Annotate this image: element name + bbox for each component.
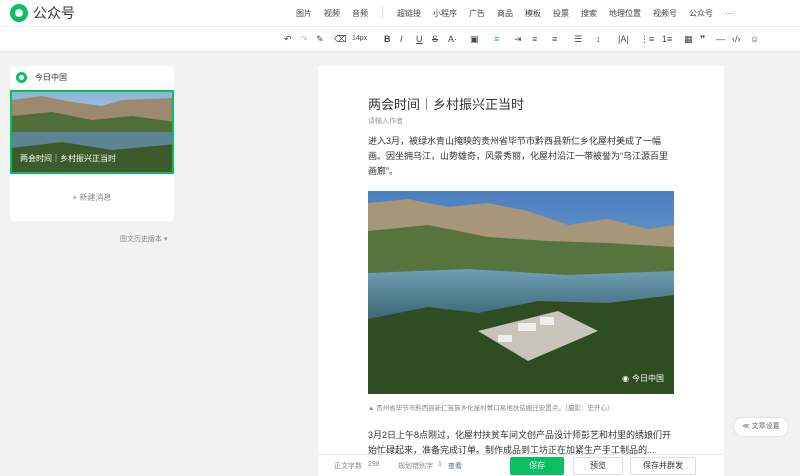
account-name: 今日中国 bbox=[35, 72, 67, 82]
menu-video[interactable]: 视频 bbox=[318, 8, 346, 19]
logo-icon bbox=[10, 4, 28, 22]
ordered-list-icon[interactable]: 1≡ bbox=[662, 32, 672, 46]
menu-divider bbox=[382, 7, 383, 19]
indent-icon[interactable]: ⇥ bbox=[514, 32, 522, 46]
view-typos-link[interactable]: 查看 bbox=[448, 461, 462, 471]
menu-miniprogram[interactable]: 小程序 bbox=[427, 8, 463, 19]
format-painter-icon[interactable]: ✎ bbox=[316, 32, 324, 46]
quote-icon[interactable]: ❞ bbox=[700, 32, 705, 46]
watermark-text: 今日中国 bbox=[632, 374, 664, 383]
top-header: 公众号 图片 视频 音频 超链接 小程序 广告 商品 模板 投票 搜索 地理位置… bbox=[0, 0, 800, 26]
insert-menu: 图片 视频 音频 超链接 小程序 广告 商品 模板 投票 搜索 地理位置 视频号… bbox=[290, 0, 739, 26]
italic-icon[interactable]: I bbox=[400, 32, 403, 46]
align-left-icon[interactable]: ≡ bbox=[494, 32, 499, 46]
menu-search[interactable]: 搜索 bbox=[575, 8, 603, 19]
history-versions-link[interactable]: 图文历史版本 ▾ bbox=[120, 234, 167, 244]
font-color-icon[interactable]: A· bbox=[448, 32, 457, 46]
bold-icon[interactable]: B bbox=[384, 32, 391, 46]
author-field[interactable]: 请输入作者 bbox=[368, 116, 403, 126]
code-icon[interactable]: ‹/› bbox=[732, 32, 741, 46]
line-height-icon[interactable]: ↕ bbox=[596, 32, 601, 46]
table-icon[interactable]: ▦ bbox=[684, 32, 693, 46]
typo-label: 规划错别字 bbox=[398, 463, 433, 470]
underline-icon[interactable]: U bbox=[416, 32, 423, 46]
word-count-label: 正文字数 bbox=[334, 463, 362, 470]
preview-button[interactable]: 预览 bbox=[573, 457, 623, 475]
menu-ad[interactable]: 广告 bbox=[463, 8, 491, 19]
align-right-icon[interactable]: ≡ bbox=[552, 32, 557, 46]
menu-product[interactable]: 商品 bbox=[491, 8, 519, 19]
list-icon[interactable]: ⋮≡ bbox=[640, 32, 654, 46]
photo-caption[interactable]: ▲ 贵州省毕节市黔西县新仁苗族乡化屋村菁口易地扶贫搬迁安置点。（摄影：史开心） bbox=[368, 402, 614, 412]
typo-count: 1 bbox=[438, 461, 442, 468]
strikethrough-icon[interactable]: S bbox=[432, 32, 438, 46]
app-logo[interactable]: 公众号 bbox=[10, 3, 75, 23]
undo-icon[interactable]: ↶ bbox=[284, 32, 292, 46]
menu-official-account[interactable]: 公众号 bbox=[683, 8, 719, 19]
word-count: 298 bbox=[368, 461, 380, 468]
justify-icon[interactable]: ☰ bbox=[574, 32, 582, 46]
menu-location[interactable]: 地理位置 bbox=[603, 8, 647, 19]
menu-template[interactable]: 模板 bbox=[519, 8, 547, 19]
menu-link[interactable]: 超链接 bbox=[391, 8, 427, 19]
article-list-panel: 今日中国 两会时间｜乡村振兴正当时 + 新建消息 bbox=[10, 66, 174, 221]
menu-more[interactable]: ··· bbox=[719, 9, 739, 18]
account-header: 今日中国 bbox=[10, 66, 174, 88]
article-photo[interactable]: ◉ 今日中国 bbox=[368, 191, 674, 394]
image-watermark: ◉ 今日中国 bbox=[622, 373, 664, 384]
redo-icon[interactable]: ↷ bbox=[300, 32, 308, 46]
article-title[interactable]: 两会时间｜乡村振兴正当时 bbox=[368, 94, 524, 113]
save-button[interactable]: 保存 bbox=[510, 457, 564, 475]
font-size-select[interactable]: 14px bbox=[352, 32, 367, 46]
menu-vote[interactable]: 投票 bbox=[547, 8, 575, 19]
align-center-icon[interactable]: ≡ bbox=[532, 32, 537, 46]
save-and-publish-button[interactable]: 保存并群发 bbox=[630, 457, 696, 475]
menu-audio[interactable]: 音频 bbox=[346, 8, 374, 19]
landscape-image bbox=[368, 191, 674, 394]
article-paragraph[interactable]: 进入3月，被绿水青山掩映的贵州省毕节市黔西县新仁乡化屋村美成了一幅画。因坐拥乌江… bbox=[368, 134, 672, 179]
new-message-button[interactable]: + 新建消息 bbox=[10, 192, 174, 203]
bottom-action-bar: 正文字数 298 规划错别字 1 查看 保存 预览 保存并群发 bbox=[318, 454, 724, 476]
clear-format-icon[interactable]: ⌫ bbox=[334, 32, 347, 46]
article-editor: 两会时间｜乡村振兴正当时 请输入作者 进入3月，被绿水青山掩映的贵州省毕节市黔西… bbox=[318, 66, 724, 476]
account-avatar-icon bbox=[16, 71, 27, 83]
divider-icon[interactable]: — bbox=[716, 32, 725, 46]
menu-channels[interactable]: 视频号 bbox=[647, 8, 683, 19]
menu-image[interactable]: 图片 bbox=[290, 8, 318, 19]
article-thumbnail[interactable]: 两会时间｜乡村振兴正当时 bbox=[10, 90, 174, 174]
emoji-icon[interactable]: ☺ bbox=[750, 32, 759, 46]
wechat-icon: ◉ bbox=[622, 374, 629, 383]
article-settings-button[interactable]: ≪ 文章设置 bbox=[734, 418, 788, 436]
format-toolbar: ↶ ↷ ✎ ⌫ 14px B I U S A· ▣ ≡ ⇥ ≡ ≡ ☰ ↕ |A… bbox=[0, 26, 800, 52]
bg-color-icon[interactable]: ▣ bbox=[470, 32, 479, 46]
letter-spacing-icon[interactable]: |A| bbox=[618, 32, 629, 46]
thumbnail-caption: 两会时间｜乡村振兴正当时 bbox=[20, 154, 116, 163]
app-title: 公众号 bbox=[33, 5, 75, 21]
